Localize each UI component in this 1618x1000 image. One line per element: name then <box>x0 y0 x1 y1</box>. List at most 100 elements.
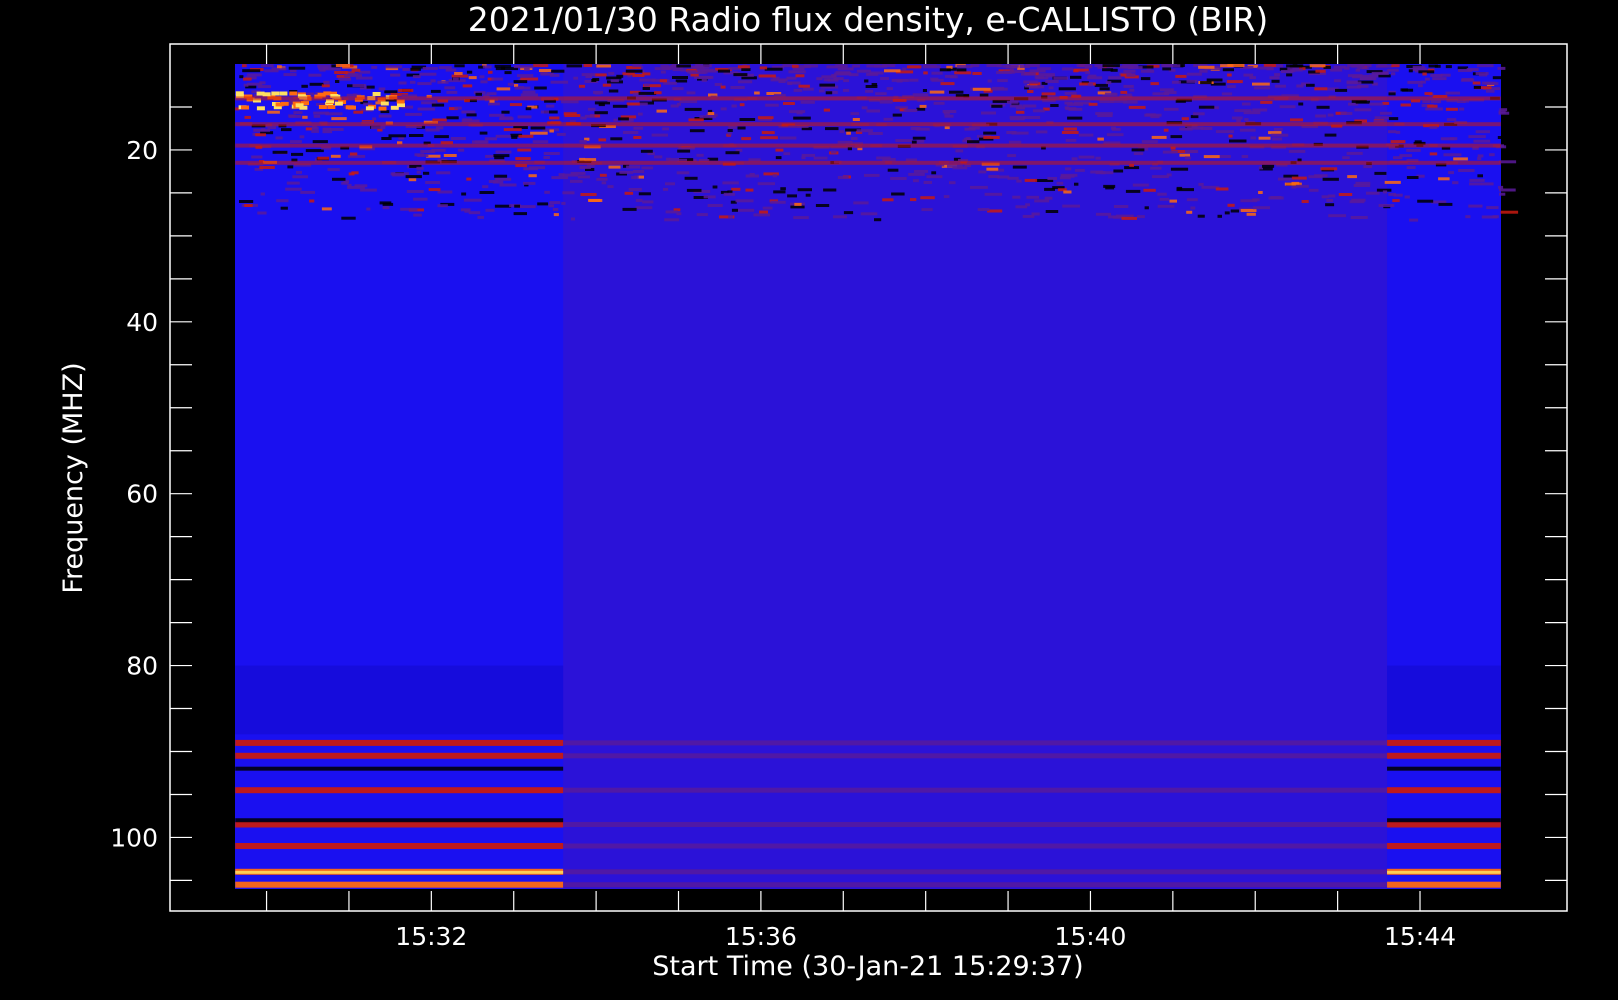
heat-speck <box>701 78 707 82</box>
heat-speck <box>495 67 505 71</box>
heat-speck <box>696 153 704 157</box>
heat-speck <box>1186 79 1198 83</box>
heatmap-area <box>235 64 1519 889</box>
heat-speck <box>1026 195 1040 199</box>
heat-speck <box>1424 92 1433 96</box>
heat-speck <box>305 127 312 131</box>
heat-speck <box>1024 84 1031 88</box>
heat-speck <box>1056 181 1064 185</box>
heat-speck <box>612 104 628 108</box>
heat-speck <box>700 64 712 68</box>
heat-speck <box>638 91 657 95</box>
heat-speck <box>939 68 951 72</box>
heat-speck <box>255 133 266 137</box>
heat-speck <box>805 193 811 197</box>
heat-speck <box>884 69 901 73</box>
heat-speck <box>1044 187 1055 191</box>
heat-speck <box>819 89 825 93</box>
heat-speck <box>1227 85 1236 89</box>
heat-speck <box>997 79 1008 83</box>
heat-speck <box>1384 180 1401 184</box>
heat-speck <box>1445 65 1452 69</box>
heat-speck <box>787 194 797 198</box>
heat-speck <box>696 68 714 72</box>
heat-speck <box>1227 73 1232 77</box>
heat-speck <box>686 188 702 192</box>
heat-speck <box>267 126 277 130</box>
heat-speck <box>501 110 510 114</box>
heat-speck <box>1151 135 1167 139</box>
heat-speck <box>578 84 586 88</box>
heat-speck <box>1452 181 1459 185</box>
heat-speck <box>594 73 607 77</box>
spectrogram-chart: 2021/01/30 Radio flux density, e-CALLIST… <box>0 0 1618 1000</box>
band-8-middle <box>563 843 1388 849</box>
heat-speck <box>432 118 447 122</box>
heat-speck <box>638 112 643 116</box>
heat-speck <box>1226 80 1243 84</box>
heat-speck <box>1239 128 1256 132</box>
heat-speck <box>1164 107 1179 111</box>
heat-speck <box>912 93 929 97</box>
heat-speck <box>1409 218 1419 222</box>
heat-speck <box>745 188 754 192</box>
heat-speck <box>956 65 973 68</box>
heat-speck <box>670 104 679 108</box>
heat-speck <box>1352 75 1360 79</box>
heat-speck <box>1157 192 1167 196</box>
heat-speck <box>1429 125 1438 129</box>
heat-speck <box>949 181 956 185</box>
heat-speck <box>1387 130 1397 134</box>
heat-speck <box>633 126 644 130</box>
heat-speck <box>566 64 582 68</box>
heat-speck <box>461 192 467 196</box>
heat-speck <box>360 188 377 192</box>
heat-speck <box>1060 174 1075 178</box>
heat-burst <box>334 101 343 106</box>
heat-speck <box>850 112 860 116</box>
heat-speck <box>1162 67 1172 71</box>
heat-speck <box>1477 174 1483 178</box>
heat-speck <box>1291 176 1307 180</box>
heat-speck <box>1241 102 1251 106</box>
heat-speck <box>371 126 386 130</box>
heat-speck <box>1103 184 1116 188</box>
band-3-middle <box>563 160 1388 165</box>
heat-speck <box>443 154 457 157</box>
heat-speck <box>919 104 927 108</box>
heat-speck <box>913 169 929 173</box>
heat-speck <box>923 181 932 184</box>
heat-speck <box>1262 164 1275 168</box>
heat-speck <box>753 213 771 217</box>
heat-speck <box>847 147 852 151</box>
heat-speck <box>902 67 907 71</box>
heat-speck <box>1406 148 1421 152</box>
heat-speck <box>906 65 922 69</box>
heat-speck <box>1418 84 1423 88</box>
heat-speck <box>1198 105 1215 109</box>
heat-speck <box>970 64 980 68</box>
heat-speck <box>587 164 595 168</box>
heat-speck <box>792 64 799 68</box>
heat-speck <box>608 89 619 93</box>
heat-speck <box>484 137 497 141</box>
heat-speck <box>665 210 678 214</box>
heat-speck <box>762 206 773 210</box>
heat-speck <box>450 137 466 140</box>
heat-speck <box>933 101 945 105</box>
heat-speck <box>1478 73 1488 77</box>
band-0-left <box>235 96 564 101</box>
heat-speck <box>1014 70 1025 74</box>
heat-speck <box>676 212 682 216</box>
heat-speck <box>675 79 688 83</box>
heat-speck <box>579 139 587 143</box>
heat-speck <box>749 173 755 176</box>
heat-speck <box>522 90 536 94</box>
heat-speck <box>654 91 662 95</box>
heat-speck <box>434 135 449 139</box>
x-tick-label: 15:44 <box>1384 922 1456 951</box>
heat-speck <box>823 108 830 112</box>
heat-speck <box>1400 103 1411 107</box>
heat-speck <box>308 73 322 77</box>
heat-speck <box>739 103 745 107</box>
